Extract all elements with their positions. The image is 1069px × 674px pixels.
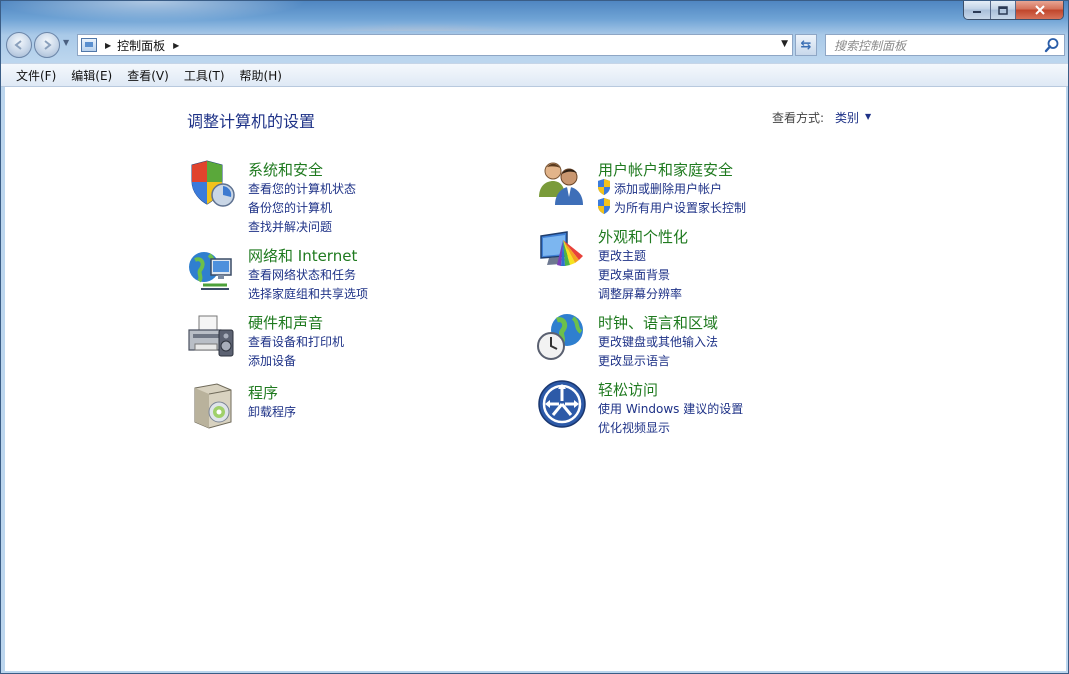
arrow-right-icon	[44, 40, 52, 50]
minimize-icon	[973, 11, 981, 13]
menu-tools[interactable]: 工具(T)	[177, 67, 232, 84]
control-panel-window: ▼ ▶ 控制面板 ▶ ▼ ⇆ 搜索控制面板 文件(F) 编辑(E) 查看(V) …	[0, 0, 1069, 674]
network-globe-icon[interactable]	[187, 245, 237, 295]
view-by-label: 查看方式:	[772, 111, 825, 125]
clock-globe-icon[interactable]	[537, 312, 587, 362]
view-by-chevron-down-icon[interactable]: ▼	[865, 112, 871, 121]
category-title-hardware-sound[interactable]: 硬件和声音	[248, 312, 323, 333]
forward-button[interactable]	[34, 32, 60, 58]
link-homegroup-sharing[interactable]: 选择家庭组和共享选项	[248, 285, 368, 302]
link-windows-recommended-settings[interactable]: 使用 Windows 建议的设置	[598, 400, 743, 417]
link-add-device[interactable]: 添加设备	[248, 352, 296, 369]
category-title-ease-of-access[interactable]: 轻松访问	[598, 379, 658, 400]
link-adjust-resolution[interactable]: 调整屏幕分辨率	[598, 285, 682, 302]
breadcrumb-arrow-icon[interactable]: ▶	[173, 41, 179, 50]
page-title: 调整计算机的设置	[187, 112, 316, 131]
users-icon[interactable]	[537, 159, 587, 209]
link-view-computer-status[interactable]: 查看您的计算机状态	[248, 180, 356, 197]
link-change-display-language[interactable]: 更改显示语言	[598, 352, 670, 369]
menu-help[interactable]: 帮助(H)	[233, 67, 289, 84]
link-parental-controls[interactable]: 为所有用户设置家长控制	[614, 199, 746, 216]
address-dropdown-chevron-down-icon[interactable]: ▼	[781, 39, 788, 49]
arrow-left-icon	[14, 40, 22, 50]
search-input[interactable]: 搜索控制面板	[834, 37, 906, 54]
category-title-system-security[interactable]: 系统和安全	[248, 159, 323, 180]
search-icon[interactable]	[1044, 37, 1060, 53]
link-optimize-visual-display[interactable]: 优化视频显示	[598, 419, 670, 436]
programs-box-icon[interactable]	[187, 382, 237, 432]
printer-icon[interactable]	[187, 312, 237, 362]
view-by-dropdown[interactable]: 类别	[835, 109, 859, 126]
recent-pages-chevron-down-icon[interactable]: ▼	[63, 38, 69, 47]
appearance-monitor-icon[interactable]	[537, 226, 587, 276]
category-title-user-accounts[interactable]: 用户帐户和家庭安全	[598, 159, 733, 180]
category-title-network-internet[interactable]: 网络和 Internet	[248, 245, 357, 266]
ease-of-access-icon[interactable]	[537, 379, 587, 429]
control-panel-icon	[81, 38, 97, 52]
link-uninstall-program[interactable]: 卸载程序	[248, 403, 296, 420]
link-devices-printers[interactable]: 查看设备和打印机	[248, 333, 344, 350]
refresh-button[interactable]: ⇆	[795, 34, 817, 56]
link-network-status[interactable]: 查看网络状态和任务	[248, 266, 356, 283]
address-bar[interactable]: ▶ 控制面板 ▶ ▼	[77, 34, 793, 56]
breadcrumb-arrow-icon[interactable]: ▶	[105, 41, 111, 50]
link-change-theme[interactable]: 更改主题	[598, 247, 646, 264]
link-add-remove-accounts[interactable]: 添加或删除用户帐户	[614, 180, 722, 197]
maximize-icon	[998, 5, 1008, 15]
link-backup-computer[interactable]: 备份您的计算机	[248, 199, 332, 216]
uac-shield-icon	[598, 198, 610, 214]
menu-edit[interactable]: 编辑(E)	[64, 67, 119, 84]
minimize-button[interactable]	[964, 1, 991, 19]
breadcrumb-control-panel[interactable]: 控制面板	[117, 37, 165, 54]
uac-shield-icon	[598, 179, 610, 195]
category-title-clock-language-region[interactable]: 时钟、语言和区域	[598, 312, 718, 333]
back-button[interactable]	[6, 32, 32, 58]
category-title-programs[interactable]: 程序	[248, 382, 278, 403]
menu-view[interactable]: 查看(V)	[120, 67, 176, 84]
link-troubleshoot[interactable]: 查找并解决问题	[248, 218, 332, 235]
caption-buttons	[963, 1, 1064, 20]
menu-file[interactable]: 文件(F)	[9, 67, 63, 84]
maximize-button[interactable]	[991, 1, 1016, 19]
title-bar[interactable]	[1, 1, 1068, 31]
refresh-icon: ⇆	[800, 37, 812, 53]
security-shield-icon[interactable]	[187, 159, 237, 209]
category-title-appearance[interactable]: 外观和个性化	[598, 226, 688, 247]
content-pane: 调整计算机的设置 查看方式: 类别 ▼ 系统和安全 查看您的计算机状态 备份您的…	[5, 87, 1066, 671]
link-change-keyboard-input[interactable]: 更改键盘或其他输入法	[598, 333, 718, 350]
close-button[interactable]	[1016, 1, 1063, 19]
navigation-bar: ▼ ▶ 控制面板 ▶ ▼ ⇆ 搜索控制面板	[1, 29, 1068, 61]
menu-bar: 文件(F) 编辑(E) 查看(V) 工具(T) 帮助(H)	[1, 63, 1068, 87]
link-change-desktop-background[interactable]: 更改桌面背景	[598, 266, 670, 283]
search-box[interactable]: 搜索控制面板	[825, 34, 1065, 56]
close-icon	[1034, 5, 1045, 15]
